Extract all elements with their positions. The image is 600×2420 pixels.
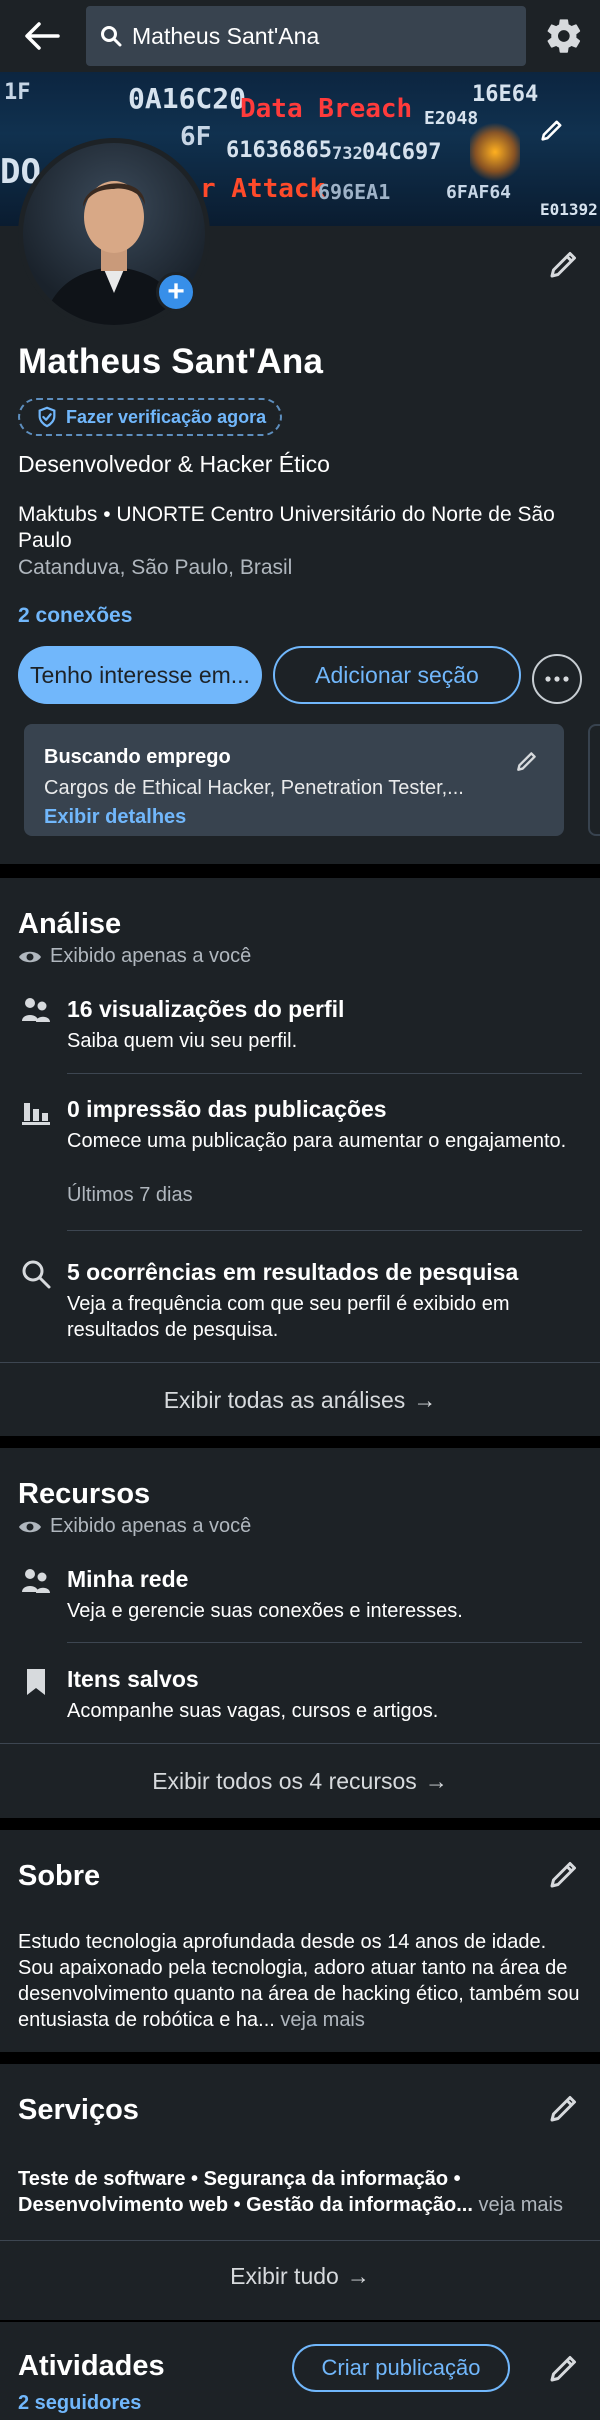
verify-label: Fazer verificação agora [66,406,267,427]
show-details-link[interactable]: Exibir detalhes [44,806,544,829]
back-button[interactable] [20,14,64,58]
cover-text: 16E64 [472,82,539,107]
arrow-right-icon: → [424,1768,448,1794]
resources-title: Recursos [18,1478,151,1510]
cover-text: 6FAF64 [446,182,512,203]
eye-icon [19,1521,41,1532]
show-all-resources-button[interactable]: Exibir todos os 4 recursos → [0,1768,600,1795]
bar-chart-icon [22,1103,50,1125]
gear-icon[interactable] [544,16,584,56]
services-title: Serviços [18,2094,139,2126]
private-notice: Exibido apenas a você [18,945,251,968]
show-all-analytics-button[interactable]: Exibir todas as análises → [0,1387,600,1414]
divider [67,1230,582,1231]
resource-item-title[interactable]: Itens salvos [67,1666,199,1693]
edit-profile-icon[interactable] [546,246,582,282]
job-card-title: Buscando emprego [44,746,231,768]
job-card-roles: Cargos de Ethical Hacker, Penetration Te… [44,777,464,799]
edit-job-icon[interactable] [514,748,540,774]
cover-text: 0A16C20 [128,82,247,115]
profile-education: Maktubs • UNORTE Centro Universitário do… [18,503,555,552]
analytics-item-desc: Comece uma publicação para aumentar o en… [67,1130,567,1152]
analytics-item-desc: Saiba quem viu seu perfil. [67,1030,298,1052]
search-query: Matheus Sant'Ana [132,22,320,49]
about-title: Sobre [18,1860,101,1892]
shield-check-icon [38,406,56,428]
profile-headline: Desenvolvedor & Hacker Ético [18,451,330,477]
cover-text: 61636865 [226,138,332,163]
search-input[interactable]: Matheus Sant'Ana [86,6,526,66]
search-icon [22,1260,51,1289]
cover-glow [470,122,520,182]
about-text: Estudo tecnologia aprofundada desde os 1… [18,1929,582,2033]
arrow-left-icon [25,22,60,50]
search-icon [101,26,122,47]
cover-text: r Attack [200,174,326,204]
profile-name: Matheus Sant'Ana [18,342,324,381]
show-all-services-button[interactable]: Exibir tudo → [0,2263,600,2290]
cover-text: 732 [332,144,363,164]
cover-text: 696EA1 [318,180,391,204]
ellipsis-icon [545,676,569,682]
show-all-label: Exibir tudo [230,2263,339,2289]
people-icon [22,998,50,1022]
profile-location: Catanduva, São Paulo, Brasil [18,556,293,579]
private-notice-text: Exibido apenas a você [50,1515,252,1537]
bookmark-icon [27,1669,45,1695]
analytics-item-desc: Veja a frequência com que seu perfil é e… [67,1293,510,1341]
resource-item-desc: Acompanhe suas vagas, cursos e artigos. [67,1700,439,1722]
show-all-label: Exibir todas as análises [163,1387,406,1413]
show-all-label: Exibir todos os 4 recursos [152,1768,417,1794]
edit-services-icon[interactable] [546,2090,582,2126]
private-notice: Exibido apenas a você [18,1515,251,1538]
cover-text: E01392 [540,200,598,219]
edit-activity-icon[interactable] [546,2350,582,2386]
divider [0,2240,600,2241]
analytics-title: Análise [18,908,122,940]
analytics-item-title[interactable]: 5 ocorrências em resultados de pesquisa [67,1259,518,1286]
activity-title: Atividades [18,2350,165,2382]
create-post-button[interactable]: Criar publicação [292,2344,510,2392]
arrow-right-icon: → [346,2263,370,2289]
divider [0,1743,600,1744]
open-to-work-card[interactable]: Buscando emprego Cargos de Ethical Hacke… [24,724,564,836]
verify-now-button[interactable]: Fazer verificação agora [18,398,283,436]
divider [0,1362,600,1363]
cover-text: 1F [4,80,31,105]
followers-link[interactable]: 2 seguidores [18,2392,141,2415]
cover-text: 04C697 [362,140,442,165]
resource-item-title[interactable]: Minha rede [67,1566,188,1593]
add-photo-button[interactable]: + [156,272,196,312]
eye-icon [19,951,41,962]
top-bar: Matheus Sant'Ana [0,0,600,72]
services-text: Teste de software • Segurança da informa… [18,2166,582,2218]
cover-text: 6F [180,122,212,152]
cover-text: Data Breach [240,94,413,124]
private-notice-text: Exibido apenas a você [50,945,252,967]
services-body: Teste de software • Segurança da informa… [18,2168,473,2216]
edit-cover-icon[interactable] [538,116,566,144]
next-card-peek[interactable] [588,724,600,836]
analytics-item-title[interactable]: 16 visualizações do perfil [67,996,344,1023]
more-options-button[interactable] [532,654,582,704]
edit-about-icon[interactable] [546,1856,582,1892]
see-more-link[interactable]: veja mais [280,2009,364,2031]
resource-item-desc: Veja e gerencie suas conexões e interess… [67,1600,463,1622]
divider [67,1073,582,1074]
arrow-right-icon: → [413,1387,437,1413]
divider [67,1642,582,1643]
people-icon [22,1569,50,1593]
add-section-button[interactable]: Adicionar seção [273,646,521,704]
open-to-button[interactable]: Tenho interesse em... [18,646,262,704]
connections-link[interactable]: 2 conexões [18,604,132,628]
analytics-item-period: Últimos 7 dias [67,1184,193,1206]
analytics-item-title[interactable]: 0 impressão das publicações [67,1096,387,1123]
see-more-link[interactable]: veja mais [478,2194,562,2216]
